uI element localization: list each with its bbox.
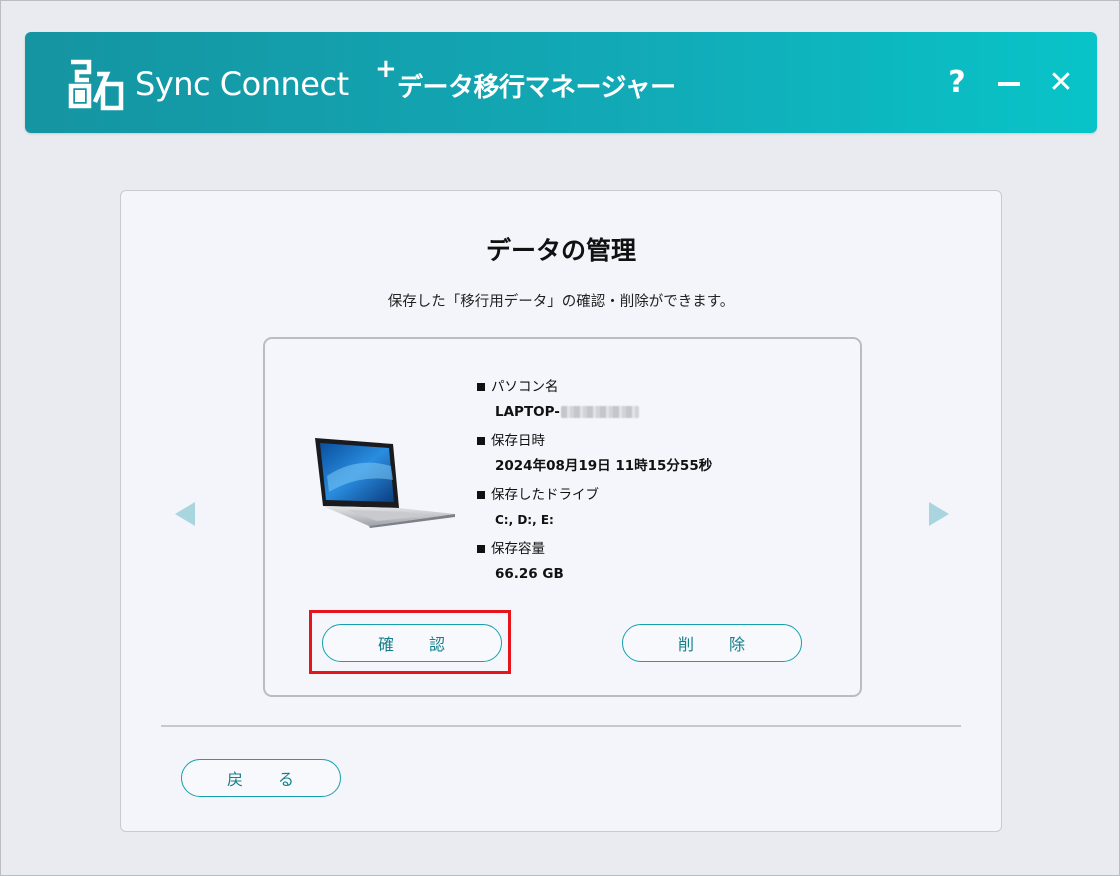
saved-data-card: パソコン名 LAPTOP- 保存日時 2024年08月19日 11時15分55秒 — [263, 337, 862, 697]
close-icon: ✕ — [1048, 64, 1074, 100]
info-saved-size: 保存容量 66.26 GB — [475, 539, 815, 593]
back-button[interactable]: 戻 る — [181, 759, 341, 797]
minimize-button[interactable] — [989, 62, 1029, 102]
bullet-icon — [477, 437, 485, 445]
pc-name-label: パソコン名 — [491, 379, 559, 395]
next-arrow-icon[interactable] — [929, 502, 949, 526]
bullet-icon — [477, 491, 485, 499]
redacted-pc-name — [560, 406, 639, 418]
page-description: 保存した「移行用データ」の確認・削除ができます。 — [387, 294, 735, 310]
delete-button[interactable]: 削 除 — [622, 624, 802, 662]
saved-size-label: 保存容量 — [491, 541, 545, 557]
bullet-icon — [477, 545, 485, 553]
confirm-button[interactable]: 確 認 — [322, 624, 502, 662]
app-name: Sync Connect — [135, 65, 349, 103]
bullet-icon — [477, 383, 485, 391]
previous-arrow-icon[interactable] — [175, 502, 195, 526]
divider — [161, 725, 961, 727]
data-management-panel: データの管理 保存した「移行用データ」の確認・削除ができます。 パソコン名 LA… — [120, 190, 1002, 832]
saved-data-info: パソコン名 LAPTOP- 保存日時 2024年08月19日 11時15分55秒 — [475, 377, 815, 593]
saved-datetime-value: 2024年08月19日 11時15分55秒 — [495, 458, 713, 474]
info-saved-drives: 保存したドライブ C:, D:, E: — [475, 485, 815, 539]
laptop-icon — [315, 438, 455, 528]
app-subtitle: データ移行マネージャー — [397, 73, 676, 103]
minimize-icon — [998, 82, 1020, 86]
pc-name-value: LAPTOP- — [495, 404, 560, 420]
saved-datetime-label: 保存日時 — [491, 433, 545, 449]
close-button[interactable]: ✕ — [1041, 62, 1081, 102]
sync-connect-logo-icon — [68, 59, 124, 111]
app-window: Sync Connect + データ移行マネージャー ? ✕ データの管理 保存… — [0, 0, 1120, 876]
saved-drives-label: 保存したドライブ — [491, 487, 599, 503]
app-name-plus: + — [375, 54, 397, 84]
info-saved-datetime: 保存日時 2024年08月19日 11時15分55秒 — [475, 431, 815, 485]
page-title: データの管理 — [485, 236, 636, 265]
help-button[interactable]: ? — [937, 62, 977, 102]
saved-size-value: 66.26 GB — [495, 566, 564, 582]
info-pc-name: パソコン名 LAPTOP- — [475, 377, 815, 431]
help-icon: ? — [948, 64, 966, 100]
saved-drives-value: C:, D:, E: — [495, 513, 554, 527]
title-bar: Sync Connect + データ移行マネージャー ? ✕ — [25, 32, 1097, 133]
